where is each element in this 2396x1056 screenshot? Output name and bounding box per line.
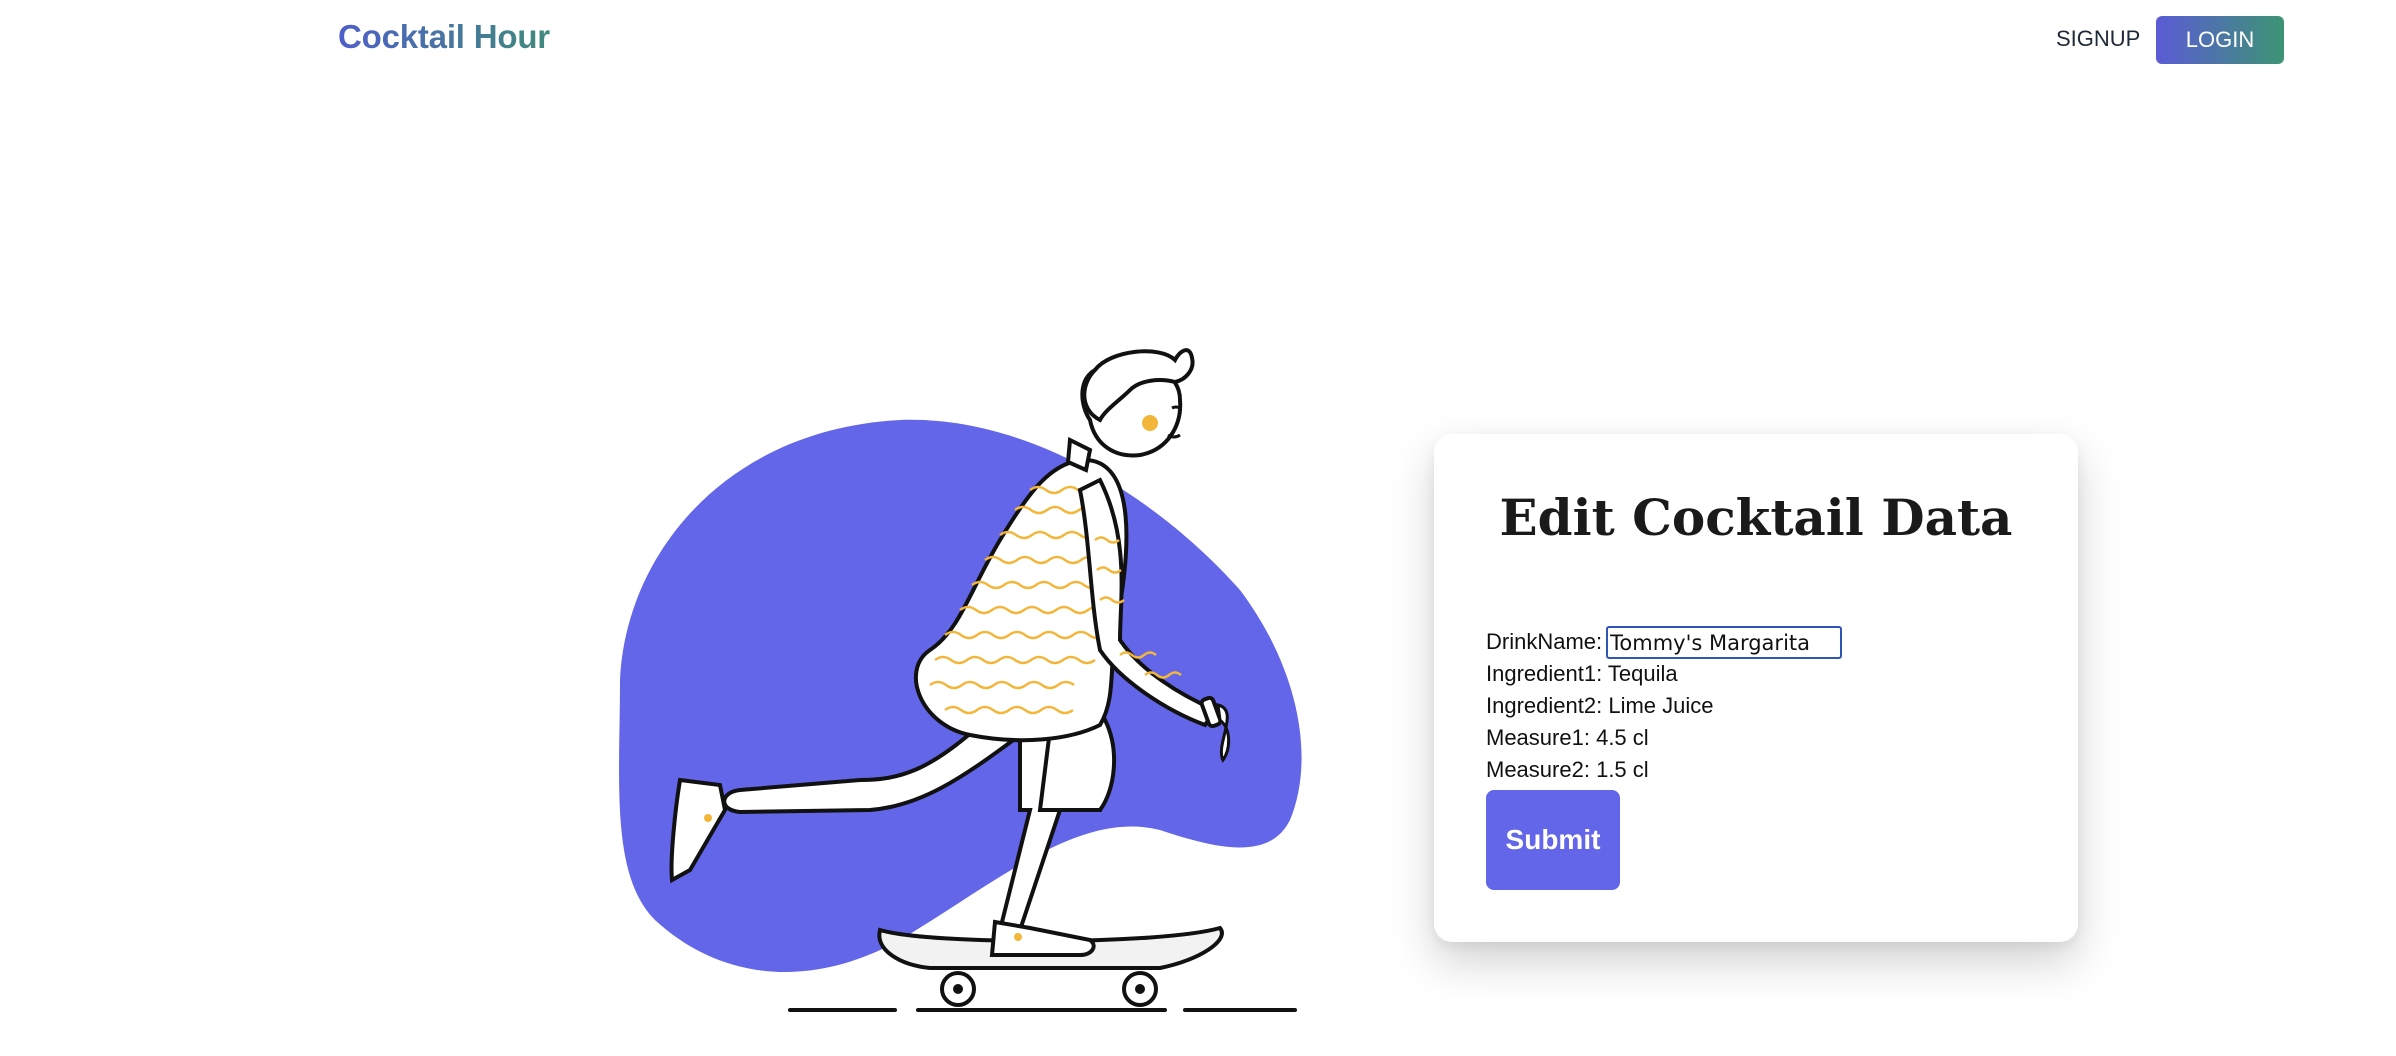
drink-name-label: DrinkName: (1486, 629, 1603, 654)
ingredient2-label: Ingredient2: (1486, 693, 1603, 718)
login-button[interactable]: LOGIN (2156, 16, 2284, 64)
ingredient1-label: Ingredient1: (1486, 661, 1603, 686)
navbar: Cocktail Hour SIGNUP LOGIN (0, 0, 2396, 80)
drink-name-row: DrinkName: (1486, 626, 2046, 659)
measure1-label: Measure1: (1486, 725, 1590, 750)
measure1-value: 4.5 cl (1596, 725, 1649, 750)
measure2-row: Measure2: 1.5 cl (1486, 754, 2046, 786)
edit-cocktail-form: DrinkName: Ingredient1: Tequila Ingredie… (1486, 626, 2046, 786)
brand-logo[interactable]: Cocktail Hour (338, 18, 550, 56)
ingredient1-row: Ingredient1: Tequila (1486, 658, 2046, 690)
measure2-label: Measure2: (1486, 757, 1590, 782)
ingredient2-row: Ingredient2: Lime Juice (1486, 690, 2046, 722)
ingredient2-value: Lime Juice (1608, 693, 1714, 718)
drink-name-input[interactable] (1606, 626, 1843, 659)
measure1-row: Measure1: 4.5 cl (1486, 722, 2046, 754)
signup-link[interactable]: SIGNUP (2056, 26, 2140, 52)
measure2-value: 1.5 cl (1596, 757, 1649, 782)
submit-button[interactable]: Submit (1486, 790, 1620, 890)
ingredient1-value: Tequila (1607, 661, 1678, 686)
page-title: Edit Cocktail Data (1499, 488, 2013, 547)
skateboarder-image (619, 348, 1302, 1012)
edit-cocktail-card: Edit Cocktail Data DrinkName: Ingredient… (1434, 434, 2078, 942)
skateboarder-illustration (600, 340, 1320, 1030)
